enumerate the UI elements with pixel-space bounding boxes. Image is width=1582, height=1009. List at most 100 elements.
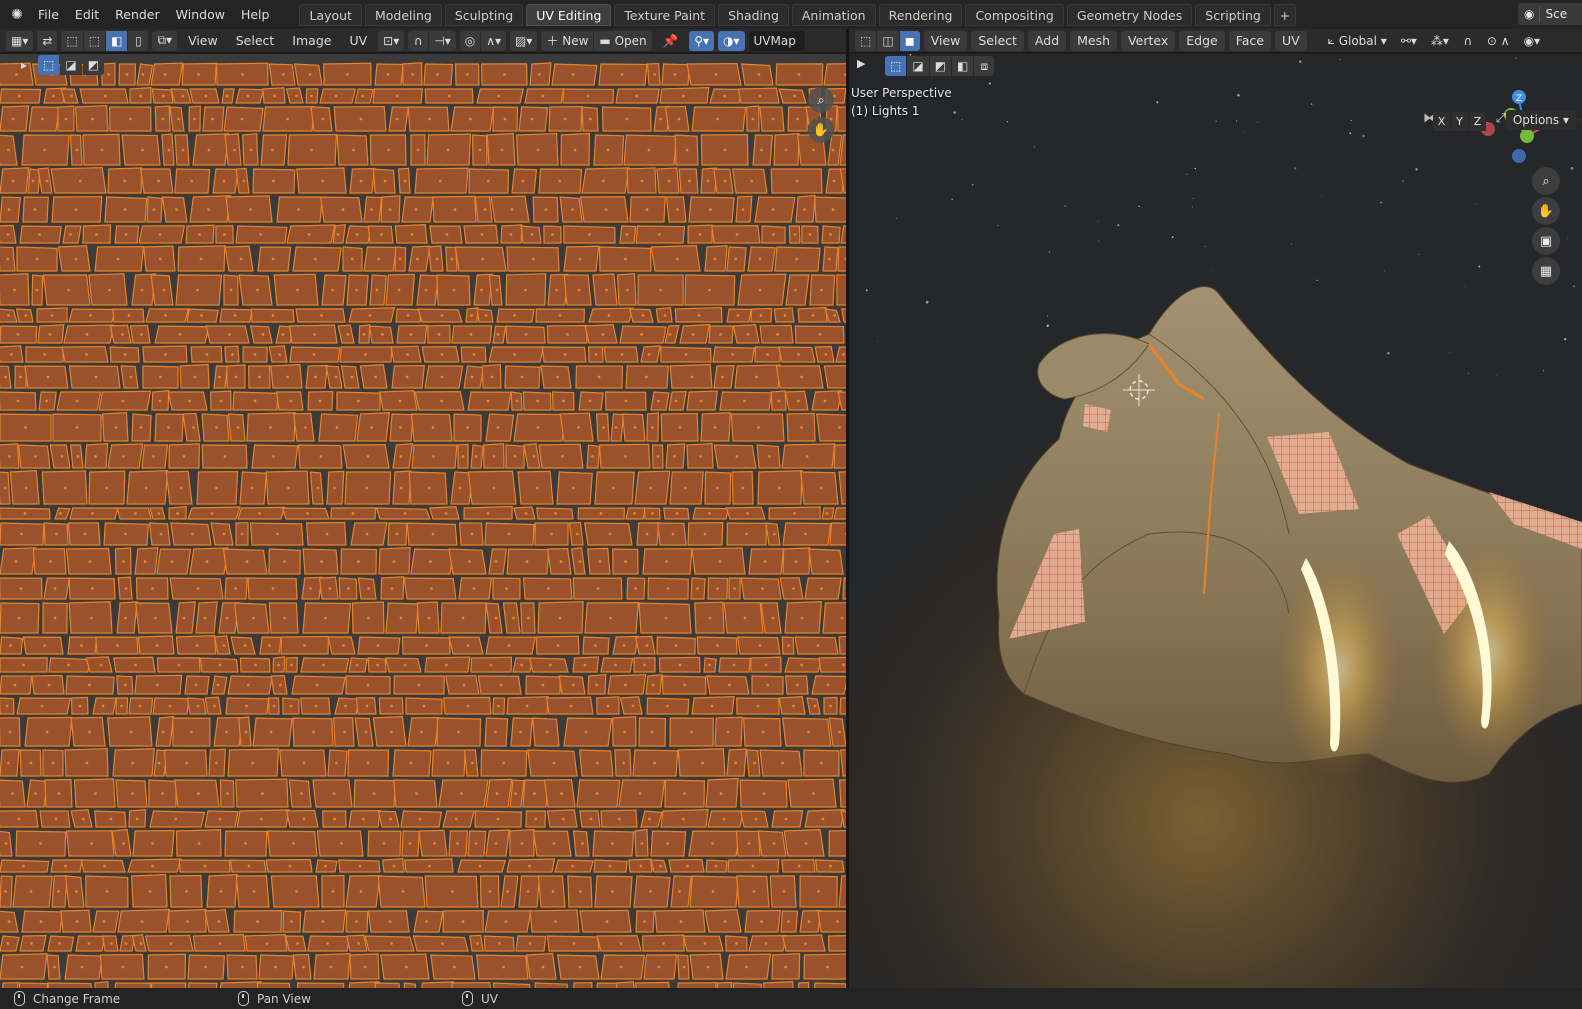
menu-edit[interactable]: Edit	[67, 4, 107, 26]
sync-selection-group: ⇄	[37, 30, 58, 51]
vertex-mode-icon[interactable]: ⬚	[855, 30, 877, 51]
select-box-subtract-icon[interactable]: ◩	[82, 55, 105, 75]
options-button[interactable]: Options ▾	[1505, 110, 1576, 130]
open-image-button[interactable]: ▬ Open	[594, 30, 652, 51]
vp-menu-view[interactable]: View	[923, 30, 968, 51]
snap-icon[interactable]: ∩	[408, 30, 429, 51]
tab-shading[interactable]: Shading	[718, 3, 789, 26]
uv-editor-canvas[interactable]	[0, 54, 846, 988]
face-select-icon[interactable]: ◧	[106, 30, 128, 51]
vp-select-extend-icon[interactable]: ◪	[907, 56, 929, 76]
add-workspace-button[interactable]: +	[1273, 3, 1296, 26]
transform-orientation-selector[interactable]: ⟀ Global ▾	[1323, 31, 1392, 51]
island-select-icon[interactable]: ▯	[128, 30, 149, 51]
pin-icon[interactable]: 📌	[656, 31, 686, 51]
proportional-edit-icon[interactable]: ◎	[459, 30, 481, 51]
open-image-label: Open	[614, 33, 647, 48]
zoom-icon[interactable]: ⌕	[808, 87, 834, 113]
uv-menu-image[interactable]: Image	[285, 31, 338, 51]
image-browse-icon[interactable]: ▨▾	[510, 30, 538, 51]
new-image-button[interactable]: ＋ New	[541, 30, 594, 51]
vp-menu-edge[interactable]: Edge	[1179, 30, 1225, 51]
vp-select-new-icon[interactable]: ⬚	[885, 56, 907, 76]
uvmap-label: UVMap	[753, 33, 796, 48]
uv-islands-layer	[0, 62, 846, 988]
select-box-extend-icon[interactable]: ◪	[60, 55, 82, 75]
uv-tool-row: ▸ ⬚ ◪ ◩	[0, 54, 846, 76]
mouse-right-icon	[462, 991, 473, 1006]
uv-select-mode-group: ⬚ ⬚ ◧ ▯	[61, 30, 149, 51]
tab-uv-editing[interactable]: UV Editing	[526, 3, 612, 26]
menu-window[interactable]: Window	[168, 4, 233, 26]
menu-render[interactable]: Render	[107, 4, 168, 26]
top-menu-bar: ✺ File Edit Render Window Help Layout Mo…	[0, 0, 1582, 29]
vertex-select-icon[interactable]: ⬚	[61, 30, 83, 51]
sticky-select-icon[interactable]: ⧉▾	[152, 30, 178, 51]
camera-icon[interactable]: ▣	[1532, 227, 1560, 255]
transform-pivot-icon[interactable]: ⚯▾	[1396, 31, 1422, 51]
toolbar-toggle-icon[interactable]: ▸	[14, 55, 34, 75]
axis-z-button[interactable]: Z	[1469, 112, 1486, 131]
vp-menu-vertex[interactable]: Vertex	[1121, 30, 1176, 51]
visibility-icon[interactable]: ◉▾	[1519, 31, 1546, 51]
face-mode-icon[interactable]: ◼	[899, 30, 920, 51]
axis-y-button[interactable]: Y	[1451, 112, 1468, 131]
uvmap-selector[interactable]: UVMap	[748, 30, 805, 51]
tab-rendering[interactable]: Rendering	[878, 3, 963, 26]
uv-sculpt-icon[interactable]: ⚲▾	[689, 30, 715, 51]
vp-proportional-icon[interactable]: ⊙ ∧	[1482, 31, 1515, 51]
scene-selector[interactable]: ◉ Sce	[1518, 3, 1582, 25]
snap-target-icon[interactable]: ⊣▾	[429, 30, 456, 51]
edge-select-icon[interactable]: ⬚	[83, 30, 106, 51]
uv-menu-uv[interactable]: UV	[342, 31, 374, 51]
snap-increment-icon[interactable]: ⁂▾	[1426, 31, 1454, 51]
vp-snap-icon[interactable]: ∩	[1458, 31, 1478, 51]
menu-file[interactable]: File	[30, 4, 67, 26]
new-image-label: New	[562, 33, 589, 48]
uv-menu-view[interactable]: View	[181, 31, 225, 51]
vp-select-intersect-icon[interactable]: ⧈	[974, 56, 995, 76]
sync-selection-icon[interactable]: ⇄	[37, 30, 58, 51]
tab-modeling[interactable]: Modeling	[364, 3, 442, 26]
tab-geometry-nodes[interactable]: Geometry Nodes	[1066, 3, 1193, 26]
edge-mode-icon[interactable]: ◫	[877, 30, 899, 51]
vp-menu-add[interactable]: Add	[1027, 30, 1067, 51]
falloff-icon[interactable]: ∧▾	[481, 30, 507, 51]
editor-type-icon[interactable]: ▦▾	[6, 30, 34, 51]
tab-scripting[interactable]: Scripting	[1195, 3, 1271, 26]
select-box-new-icon[interactable]: ⬚	[38, 55, 60, 75]
tab-animation[interactable]: Animation	[791, 3, 876, 26]
status-label: UV	[481, 991, 498, 1006]
3d-viewport[interactable]: Z X Y ▶ ⬚ ◪ ◩ ◧ ⧈ User Perspective (1) L…	[849, 54, 1582, 988]
vp-menu-select[interactable]: Select	[971, 30, 1024, 51]
image-buttons: ＋ New ▬ Open	[541, 30, 652, 51]
vp-select-invert-icon[interactable]: ◧	[952, 56, 974, 76]
menu-help[interactable]: Help	[233, 4, 278, 26]
pan-hand-icon[interactable]: ✋	[1532, 197, 1560, 225]
pan-hand-icon[interactable]: ✋	[808, 117, 834, 143]
scene-icon: ◉	[1524, 7, 1535, 21]
orientation-icon: ⟀	[1327, 33, 1339, 47]
vp-menu-face[interactable]: Face	[1228, 30, 1271, 51]
overlay-icon[interactable]: ◑▾	[718, 30, 745, 51]
vp-select-subtract-icon[interactable]: ◩	[929, 56, 952, 76]
tab-layout[interactable]: Layout	[299, 3, 362, 26]
workspace-tabs: Layout Modeling Sculpting UV Editing Tex…	[299, 3, 1298, 26]
pivot-icon[interactable]: ⊡▾	[378, 30, 405, 51]
auto-merge-icon[interactable]: ⤢	[1496, 111, 1506, 126]
vp-menu-mesh[interactable]: Mesh	[1070, 30, 1118, 51]
uv-menu-select[interactable]: Select	[229, 31, 282, 51]
proportional-group: ◎ ∧▾	[459, 30, 507, 51]
tab-compositing[interactable]: Compositing	[965, 3, 1064, 26]
tab-texture-paint[interactable]: Texture Paint	[614, 3, 716, 26]
blender-logo-icon[interactable]: ✺	[4, 2, 30, 28]
viewport-header: ⬚ ◫ ◼ View Select Add Mesh Vertex Edge F…	[849, 29, 1582, 53]
spaceship-model	[996, 286, 1582, 783]
zoom-icon[interactable]: ⌕	[1532, 167, 1560, 195]
toolbar-toggle-icon[interactable]: ▶	[857, 57, 875, 75]
tab-sculpting[interactable]: Sculpting	[444, 3, 524, 26]
axis-x-button[interactable]: X	[1433, 112, 1450, 131]
svg-text:Z: Z	[1516, 94, 1522, 104]
grid-icon[interactable]: ▦	[1532, 257, 1560, 285]
vp-menu-uv[interactable]: UV	[1274, 30, 1307, 51]
